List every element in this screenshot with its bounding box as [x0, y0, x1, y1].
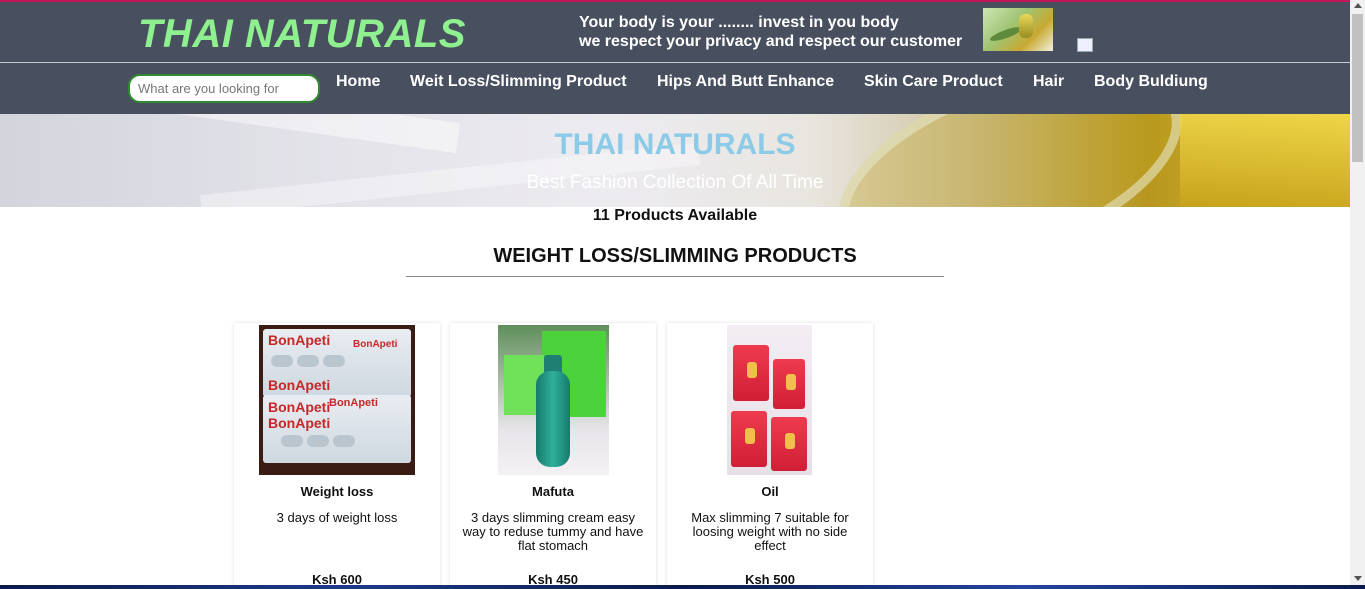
hero-banner: THAI NATURALS Best Fashion Collection Of… [0, 114, 1350, 207]
pill-shape [333, 435, 355, 447]
blister-pack-shape: BonApeti BonApeti BonApeti [263, 395, 411, 463]
pill-shape [297, 355, 319, 367]
page: THAI NATURALS Your body is your ........… [0, 0, 1350, 589]
label-shape [785, 433, 796, 450]
product-card-oil[interactable]: Oil Max slimming 7 suitable for loosing … [667, 323, 873, 589]
product-count: 11 Products Available [592, 207, 758, 224]
image-brand-text: BonApeti [268, 332, 331, 348]
product-image[interactable]: BonApeti BonApeti BonApeti BonApeti BonA… [259, 325, 415, 475]
nav-item-hair[interactable]: Hair [1033, 73, 1064, 91]
image-brand-text: BonApeti [329, 397, 378, 409]
image-brand-text: BonApeti [268, 399, 331, 415]
product-box-shape [733, 345, 769, 401]
product-description: Max slimming 7 suitable for loosing weig… [691, 510, 849, 553]
product-name[interactable]: Mafuta [450, 484, 656, 499]
image-brand-text: BonApeti [353, 339, 398, 350]
section-title: WEIGHT LOSS/SLIMMING PRODUCTS [493, 245, 857, 267]
pill-shape [323, 355, 345, 367]
product-box-shape [731, 411, 767, 467]
nav-item-weight-loss[interactable]: Weit Loss/Slimming Product [410, 73, 627, 91]
scrollbar-thumb[interactable] [1352, 14, 1363, 162]
bottle-shape [536, 371, 570, 467]
product-box-shape [771, 417, 807, 471]
pill-shape [281, 435, 303, 447]
olive-oil-image [983, 8, 1053, 51]
image-brand-text: BonApeti [268, 415, 331, 431]
product-box-shape [773, 359, 805, 409]
pill-shape [271, 355, 293, 367]
nav-item-hips-butt[interactable]: Hips And Butt Enhance [657, 73, 834, 91]
label-shape [745, 427, 756, 444]
site-brand-logo[interactable]: THAI NATURALS [138, 12, 466, 57]
product-description: 3 days of weight loss [276, 510, 398, 525]
product-card-mafuta[interactable]: Mafuta 3 days slimming cream easy way to… [450, 323, 656, 589]
product-description: 3 days slimming cream easy way to reduse… [462, 510, 644, 553]
image-brand-text: BonApeti [268, 377, 331, 393]
product-image[interactable] [727, 325, 812, 475]
header-tagline: Your body is your ........ invest in you… [579, 13, 962, 51]
main-navigation: Home Weit Loss/Slimming Product Hips And… [0, 63, 1350, 114]
tagline-line-2: we respect your privacy and respect our … [579, 33, 963, 50]
hero-title: THAI NATURALS [554, 128, 796, 161]
blister-pack-shape: BonApeti BonApeti BonApeti [263, 329, 411, 397]
pill-shape [307, 435, 329, 447]
tagline-line-1: Your body is your ........ invest in you… [579, 14, 899, 31]
scroll-up-arrow-icon[interactable] [1354, 3, 1362, 8]
nav-item-skin-care[interactable]: Skin Care Product [864, 73, 1003, 91]
search-input[interactable] [128, 74, 320, 103]
scroll-down-arrow-icon[interactable] [1354, 576, 1362, 581]
oil-drop-shape [1019, 14, 1033, 38]
section-divider [406, 276, 944, 277]
broken-image-icon [1077, 38, 1093, 52]
product-image[interactable] [498, 325, 609, 475]
label-shape [785, 374, 796, 390]
site-header: THAI NATURALS Your body is your ........… [0, 2, 1350, 62]
nav-item-home[interactable]: Home [336, 73, 380, 91]
nav-item-body-building[interactable]: Body Buldiung [1094, 73, 1208, 91]
hero-subtitle: Best Fashion Collection Of All Time [526, 172, 824, 193]
product-name[interactable]: Oil [667, 484, 873, 499]
product-name[interactable]: Weight loss [234, 484, 440, 499]
browser-viewport: THAI NATURALS Your body is your ........… [0, 0, 1365, 589]
label-shape [747, 361, 758, 378]
product-card-weight-loss[interactable]: BonApeti BonApeti BonApeti BonApeti BonA… [234, 323, 440, 589]
taskbar-edge [0, 585, 1365, 589]
